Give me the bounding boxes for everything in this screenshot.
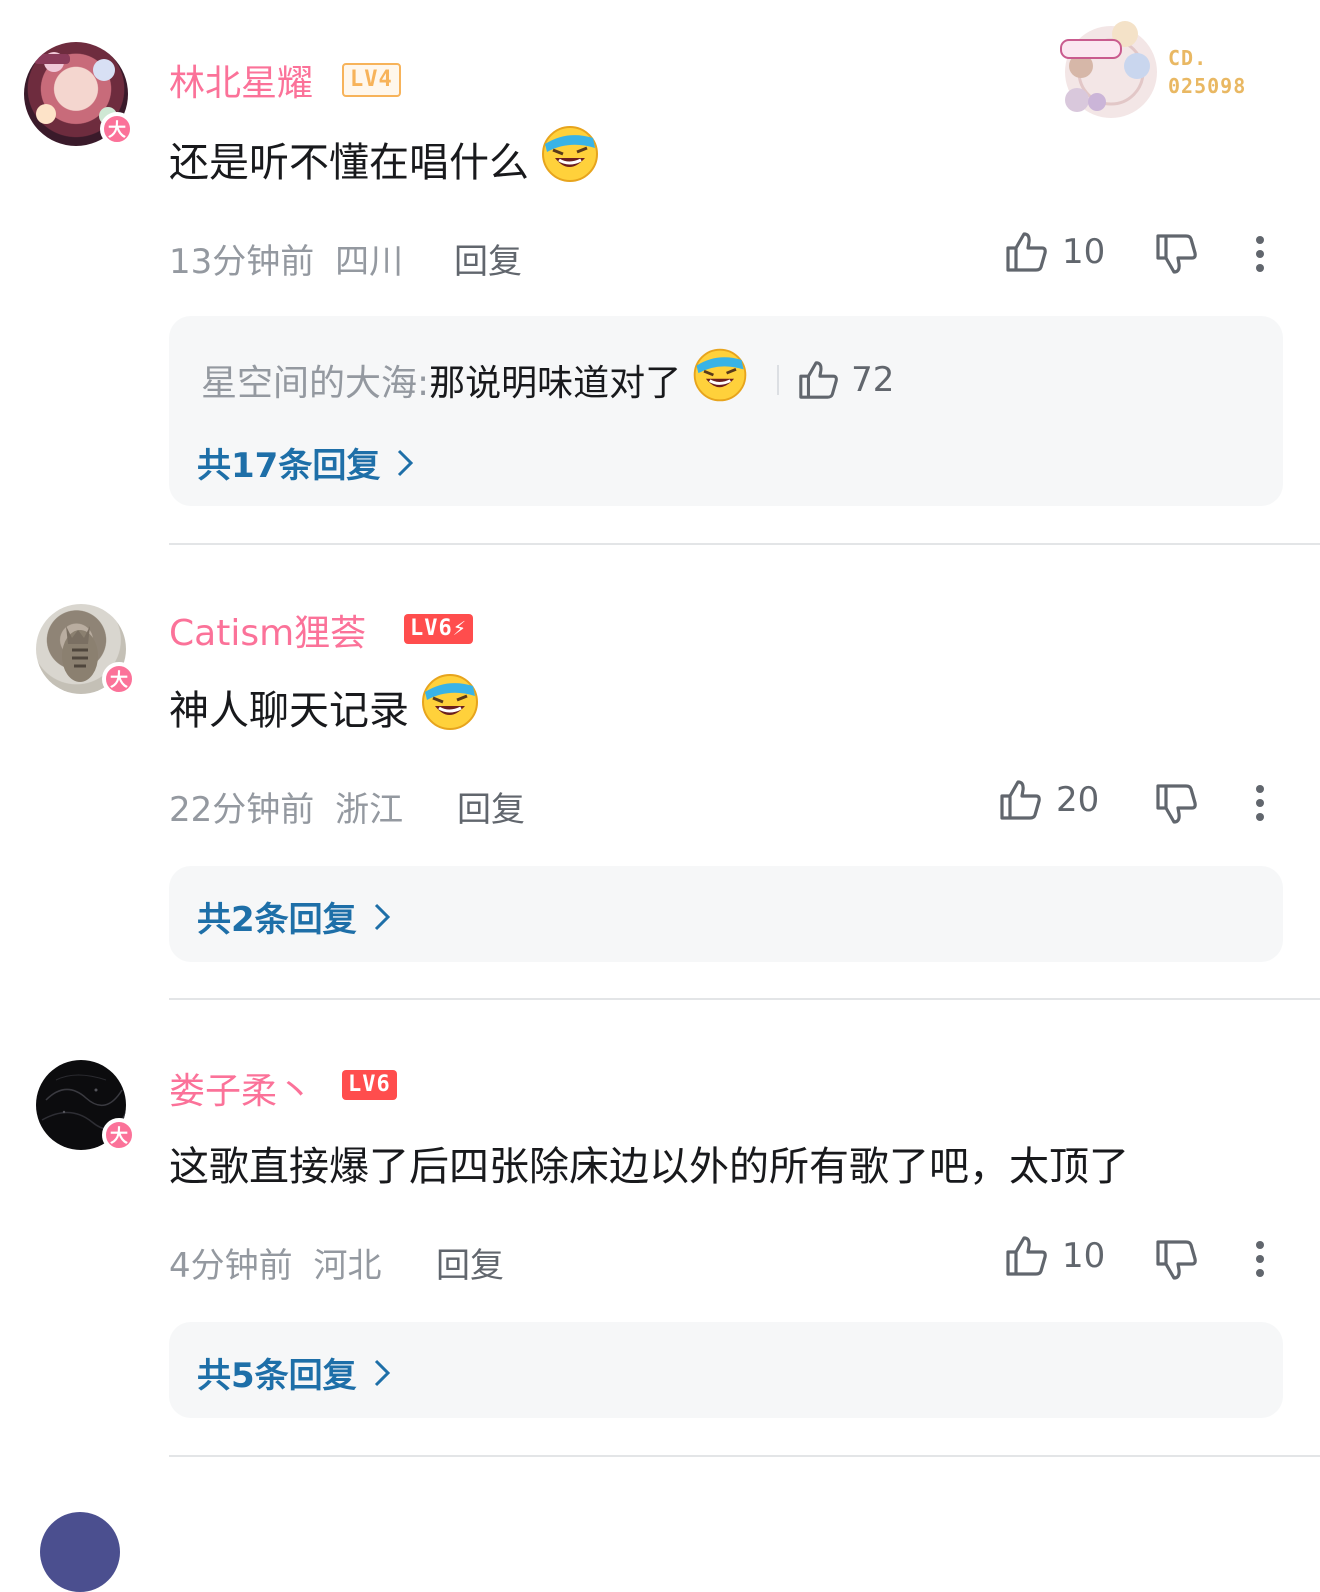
comment-text-content: 神人聊天记录 (169, 688, 409, 734)
reply-count-label: 共5条回复 (197, 1356, 357, 1396)
chevron-right-icon (398, 449, 414, 476)
reply-button[interactable]: 回复 (436, 1238, 504, 1287)
laughing-crying-emoji-icon (417, 672, 483, 742)
fan-medal-number: 025098 (1168, 74, 1247, 98)
reply-button[interactable]: 回复 (454, 234, 522, 283)
sub-reply-box[interactable]: 星空间的大海: 那说明味道对了 72 共17条回复 (169, 316, 1283, 506)
avatar[interactable]: 大 (24, 42, 134, 146)
comment-text: 还是听不懂在唱什么 (169, 124, 603, 194)
comment-location: 河北 (313, 1246, 382, 1286)
more-options-icon[interactable] (1255, 1235, 1265, 1283)
fan-medal-badge: CD. 025098 (1055, 14, 1275, 124)
avatar[interactable]: 大 (36, 604, 136, 696)
verified-badge: 大 (102, 662, 136, 696)
fan-medal-label: CD. (1168, 46, 1208, 70)
comment-text-content: 还是听不懂在唱什么 (169, 140, 529, 186)
comment-text: 这歌直接爆了后四张除床边以外的所有歌了吧，太顶了 (169, 1134, 1129, 1192)
comment-divider (169, 1455, 1320, 1457)
username[interactable]: 娄子柔丶 (169, 1062, 313, 1114)
like-button[interactable]: 10 (1004, 230, 1105, 274)
more-options-icon[interactable] (1255, 230, 1265, 278)
sub-reply-box[interactable]: 共5条回复 (169, 1322, 1283, 1418)
comment-meta: 22分钟前 浙江 (169, 782, 403, 831)
chevron-right-icon (374, 903, 390, 930)
fan-medal-icon (1060, 21, 1157, 118)
sub-reply-user[interactable]: 星空间的大海: (201, 354, 429, 406)
thumbs-up-icon (1006, 1236, 1047, 1276)
reply-button[interactable]: 回复 (457, 782, 525, 831)
reply-count-label: 共2条回复 (197, 900, 357, 940)
comment-meta: 4分钟前 河北 (169, 1238, 381, 1287)
like-button[interactable]: 20 (998, 778, 1099, 822)
comment-time: 22分钟前 (169, 790, 315, 830)
comment-divider (169, 543, 1320, 545)
avatar[interactable] (40, 1512, 120, 1592)
comment-time: 13分钟前 (169, 242, 315, 282)
sub-reply-like-count: 72 (851, 359, 895, 400)
laughing-crying-emoji-icon (689, 346, 751, 413)
view-all-replies-link[interactable]: 共5条回复 (197, 1348, 393, 1397)
username[interactable]: Catism狸荟 (169, 604, 366, 656)
thumbs-down-icon (1156, 784, 1197, 824)
comment-location: 四川 (335, 242, 404, 282)
comment-meta: 13分钟前 四川 (169, 234, 403, 283)
level-badge: LV4 (342, 63, 401, 97)
thumbs-down-icon (1156, 1240, 1197, 1280)
more-options-icon[interactable] (1255, 779, 1265, 827)
like-count: 10 (1062, 232, 1106, 272)
comment-divider (169, 998, 1320, 1000)
sub-reply-like-button[interactable]: 72 (797, 359, 894, 401)
dislike-button[interactable] (1154, 782, 1198, 830)
dislike-button[interactable] (1154, 232, 1198, 280)
thumbs-up-icon (1000, 780, 1041, 820)
level-badge: LV6⚡ (404, 614, 473, 644)
like-count: 10 (1062, 1236, 1106, 1276)
like-button[interactable]: 10 (1004, 1234, 1105, 1278)
reply-count-label: 共17条回复 (197, 446, 381, 486)
thumbs-up-icon (799, 360, 838, 399)
comment-text: 神人聊天记录 (169, 672, 483, 742)
thumbs-up-icon (1006, 232, 1047, 272)
sub-reply-box[interactable]: 共2条回复 (169, 866, 1283, 962)
divider (777, 364, 780, 395)
view-all-replies-link[interactable]: 共2条回复 (197, 892, 393, 941)
view-all-replies-link[interactable]: 共17条回复 (197, 438, 416, 487)
chevron-right-icon (374, 1359, 390, 1386)
level-badge: LV6 (342, 1070, 397, 1100)
thumbs-down-icon (1156, 234, 1197, 274)
comment-location: 浙江 (335, 790, 404, 830)
sub-reply-preview[interactable]: 星空间的大海: 那说明味道对了 72 (201, 346, 894, 413)
like-count: 20 (1056, 780, 1100, 820)
comment-text-content: 这歌直接爆了后四张除床边以外的所有歌了吧，太顶了 (169, 1144, 1129, 1190)
avatar[interactable]: 大 (36, 1060, 136, 1152)
verified-badge: 大 (100, 112, 134, 146)
lightning-icon: ⚡ (452, 616, 467, 641)
dislike-button[interactable] (1154, 1238, 1198, 1286)
laughing-crying-emoji-icon (537, 124, 603, 194)
username[interactable]: 林北星耀 (169, 54, 313, 106)
verified-badge: 大 (102, 1118, 136, 1152)
comment-time: 4分钟前 (169, 1246, 293, 1286)
sub-reply-text: 那说明味道对了 (429, 362, 682, 404)
